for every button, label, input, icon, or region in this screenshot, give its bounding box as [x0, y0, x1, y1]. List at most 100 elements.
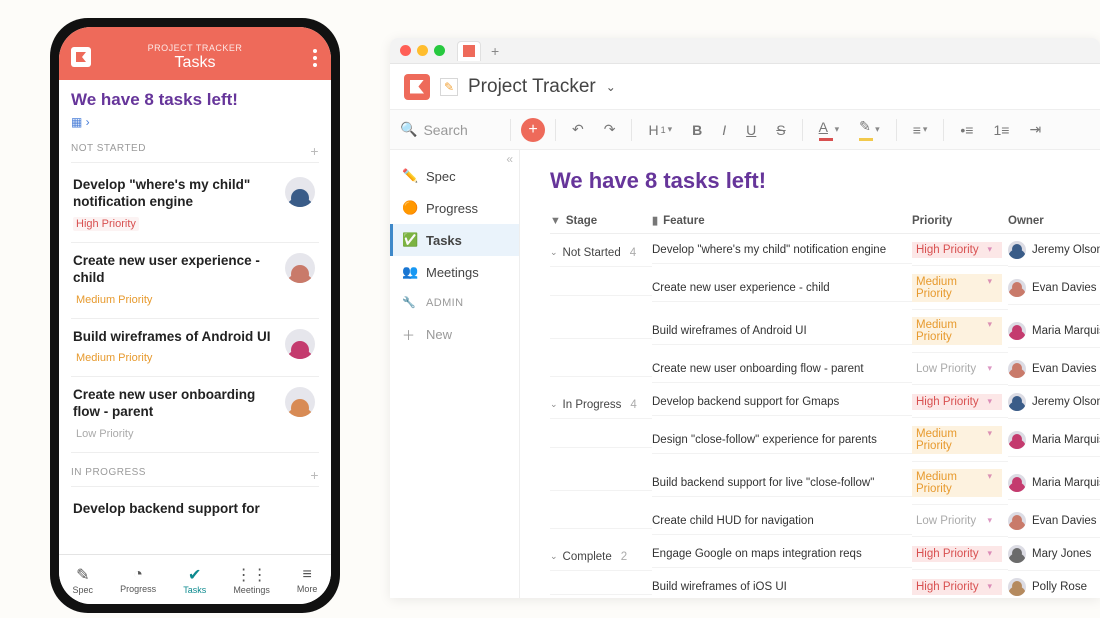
feature-cell[interactable]: Build wireframes of iOS UI [652, 574, 912, 598]
doc-type-icon: ✎ [440, 78, 458, 96]
number-list-button[interactable]: 1≡ [987, 118, 1015, 142]
app-favicon-icon [463, 45, 475, 57]
sidebar-item-admin[interactable]: 🔧ADMIN [390, 288, 519, 317]
col-owner[interactable]: Owner [1008, 214, 1100, 227]
underline-button[interactable]: U [740, 118, 762, 142]
task-card[interactable]: Build wireframes of Android UI Medium Pr… [71, 319, 319, 378]
stage-toggle[interactable]: ⌄In Progress4 [550, 394, 637, 411]
filter-icon: ▼ [550, 215, 561, 227]
highlight-button[interactable]: ✎ ▾ [853, 114, 886, 145]
task-card[interactable]: Create new user onboarding flow - parent… [71, 377, 319, 453]
tasks-icon: ✅ [402, 232, 418, 248]
priority-cell[interactable]: High Priority▾ [912, 235, 1008, 266]
indent-button[interactable]: ⇥ [1023, 117, 1047, 142]
stage-toggle[interactable]: ⌄Not Started4 [550, 242, 636, 259]
tab-progress[interactable]: ◔Progress [120, 566, 156, 594]
app-logo-icon[interactable] [404, 74, 430, 100]
bullet-list-button[interactable]: •≡ [954, 118, 979, 142]
owner-cell[interactable]: Evan Davies [1008, 272, 1100, 305]
task-card[interactable]: Develop backend support for [71, 491, 319, 528]
more-icon: ≡ [297, 566, 318, 584]
tab-tasks[interactable]: ✔Tasks [183, 565, 206, 595]
feature-cell[interactable]: Create child HUD for navigation [652, 508, 912, 535]
feature-cell[interactable]: Create new user onboarding flow - parent [652, 356, 912, 383]
sidebar-item-progress[interactable]: 🟠Progress [390, 192, 519, 224]
italic-button[interactable]: I [716, 118, 732, 142]
sidebar-item-new[interactable]: ＋New [390, 317, 519, 352]
feature-cell[interactable]: Develop "where's my child" notification … [652, 237, 912, 264]
stage-toggle[interactable]: ⌄Complete2 [550, 546, 627, 563]
feature-cell[interactable]: Create new user experience - child [652, 275, 912, 302]
priority-cell[interactable]: Medium Priority▾ [912, 310, 1008, 353]
align-button[interactable]: ≡ ▾ [907, 118, 934, 142]
feature-cell[interactable]: Build backend support for live "close-fo… [652, 470, 912, 497]
search-input[interactable]: 🔍 Search [400, 121, 500, 138]
priority-cell[interactable]: Low Priority▾ [912, 354, 1008, 385]
tab-more[interactable]: ≡More [297, 566, 318, 594]
collapse-sidebar-icon[interactable]: « [506, 152, 513, 166]
sidebar-item-label: Progress [426, 201, 478, 216]
phone-header: PROJECT TRACKER Tasks [59, 27, 331, 80]
feature-cell[interactable]: Design "close-follow" experience for par… [652, 427, 912, 454]
doc-title[interactable]: Project Tracker [468, 76, 596, 98]
priority-cell[interactable]: High Priority▾ [912, 539, 1008, 570]
chevron-down-icon: ▾ [987, 276, 992, 300]
priority-cell[interactable]: Medium Priority▾ [912, 462, 1008, 505]
redo-button[interactable]: ↷ [598, 117, 622, 142]
chevron-down-icon[interactable]: ⌄ [606, 80, 616, 94]
avatar [285, 253, 315, 283]
owner-cell[interactable]: Evan Davies [1008, 505, 1100, 538]
maximize-window-icon[interactable] [434, 45, 445, 56]
priority-cell[interactable]: High Priority▾ [912, 387, 1008, 418]
close-window-icon[interactable] [400, 45, 411, 56]
sidebar-item-label: Meetings [426, 265, 479, 280]
view-switch-icon[interactable]: ▦ › [71, 115, 319, 129]
owner-cell[interactable]: Evan Davies [1008, 353, 1100, 386]
priority-cell[interactable]: High Priority▾ [912, 572, 1008, 598]
owner-cell[interactable]: Polly Rose [1008, 571, 1100, 598]
owner-cell[interactable]: Mary Jones [1008, 538, 1100, 571]
avatar [1008, 279, 1026, 297]
owner-cell[interactable]: Maria Marquis [1008, 315, 1100, 348]
task-card[interactable]: Develop "where's my child" notification … [71, 167, 319, 243]
chevron-down-icon: ⌄ [550, 551, 558, 562]
main-panel: We have 8 tasks left! ▼Stage ▮Feature Pr… [520, 150, 1100, 598]
tab-spec[interactable]: ✎Spec [73, 565, 94, 595]
task-title: Create new user onboarding flow - parent [73, 387, 317, 421]
owner-cell[interactable]: Jeremy Olson [1008, 234, 1100, 267]
browser-tab[interactable] [457, 41, 481, 61]
owner-cell[interactable]: Maria Marquis [1008, 424, 1100, 457]
feature-cell[interactable]: Develop backend support for Gmaps [652, 389, 912, 416]
sidebar-item-tasks[interactable]: ✅Tasks [390, 224, 519, 256]
tab-label: Spec [73, 585, 94, 595]
add-task-icon[interactable]: + [310, 143, 319, 159]
feature-cell[interactable]: Build wireframes of Android UI [652, 318, 912, 345]
bold-button[interactable]: B [686, 118, 708, 142]
undo-button[interactable]: ↶ [566, 117, 590, 142]
sidebar-item-meetings[interactable]: 👥Meetings [390, 256, 519, 288]
sidebar-item-spec[interactable]: ✏️Spec [390, 160, 519, 192]
minimize-window-icon[interactable] [417, 45, 428, 56]
new-tab-icon[interactable]: + [491, 43, 499, 59]
text-color-button[interactable]: A ▾ [813, 115, 846, 145]
tab-meetings[interactable]: ⋮⋮Meetings [233, 565, 270, 595]
task-card[interactable]: Create new user experience - child Mediu… [71, 243, 319, 319]
add-task-icon[interactable]: + [310, 467, 319, 483]
strike-button[interactable]: S [770, 118, 791, 142]
tab-label: More [297, 584, 318, 594]
col-stage[interactable]: ▼Stage [550, 214, 652, 227]
owner-cell[interactable]: Maria Marquis [1008, 467, 1100, 500]
owner-cell[interactable]: Jeremy Olson [1008, 386, 1100, 419]
priority-cell[interactable]: Medium Priority▾ [912, 419, 1008, 462]
col-priority[interactable]: Priority [912, 214, 1008, 227]
phone-screen: PROJECT TRACKER Tasks We have 8 tasks le… [59, 27, 331, 604]
chevron-down-icon: ▾ [987, 548, 992, 560]
heading-style-button[interactable]: H1 ▾ [642, 118, 678, 142]
col-feature[interactable]: ▮Feature [652, 214, 912, 227]
feature-cell[interactable]: Engage Google on maps integration reqs [652, 541, 912, 568]
insert-button[interactable]: + [521, 118, 545, 142]
priority-badge: Medium Priority [73, 351, 155, 365]
priority-cell[interactable]: Medium Priority▾ [912, 267, 1008, 310]
priority-cell[interactable]: Low Priority▾ [912, 506, 1008, 537]
phone-frame: PROJECT TRACKER Tasks We have 8 tasks le… [50, 18, 340, 613]
